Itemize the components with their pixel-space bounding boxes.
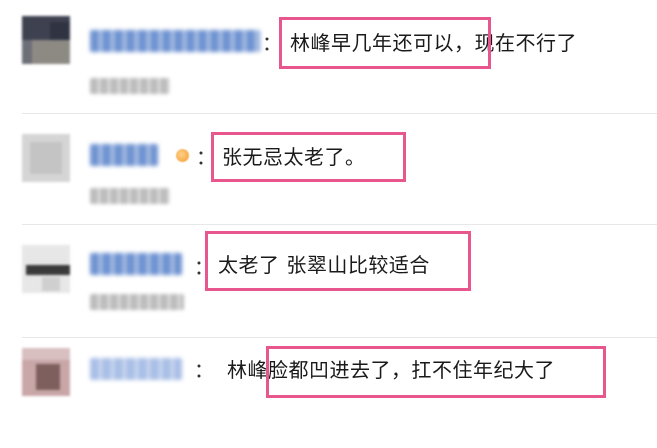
username[interactable] — [90, 253, 182, 275]
vip-badge-icon — [176, 149, 189, 162]
highlight-box — [211, 132, 406, 182]
comment-item: ： 林峰脸都凹进去了，扛不住年纪大了 — [0, 338, 657, 448]
comment-item: ： 太老了 张翠山比较适合 — [0, 225, 657, 335]
user-avatar[interactable] — [22, 245, 70, 293]
username[interactable] — [90, 30, 260, 52]
user-avatar[interactable] — [22, 16, 70, 64]
comment-timestamp — [90, 188, 170, 204]
user-avatar[interactable] — [22, 134, 70, 182]
comment-timestamp — [90, 294, 184, 310]
colon-separator: ： — [194, 358, 214, 382]
highlight-box — [279, 17, 491, 69]
comment-item: ： 林峰早几年还可以，现在不行了 — [0, 0, 657, 110]
comment-feed: ： 林峰早几年还可以，现在不行了 ： 张无忌太老了。 ： 太老了 张翠山比较适合 — [0, 0, 657, 405]
username[interactable] — [90, 144, 158, 166]
user-avatar[interactable] — [22, 348, 70, 396]
username[interactable] — [90, 358, 182, 380]
highlight-box — [266, 346, 606, 398]
comment-timestamp — [90, 78, 170, 94]
highlight-box — [205, 231, 471, 291]
comment-item: ： 张无忌太老了。 — [0, 114, 657, 224]
